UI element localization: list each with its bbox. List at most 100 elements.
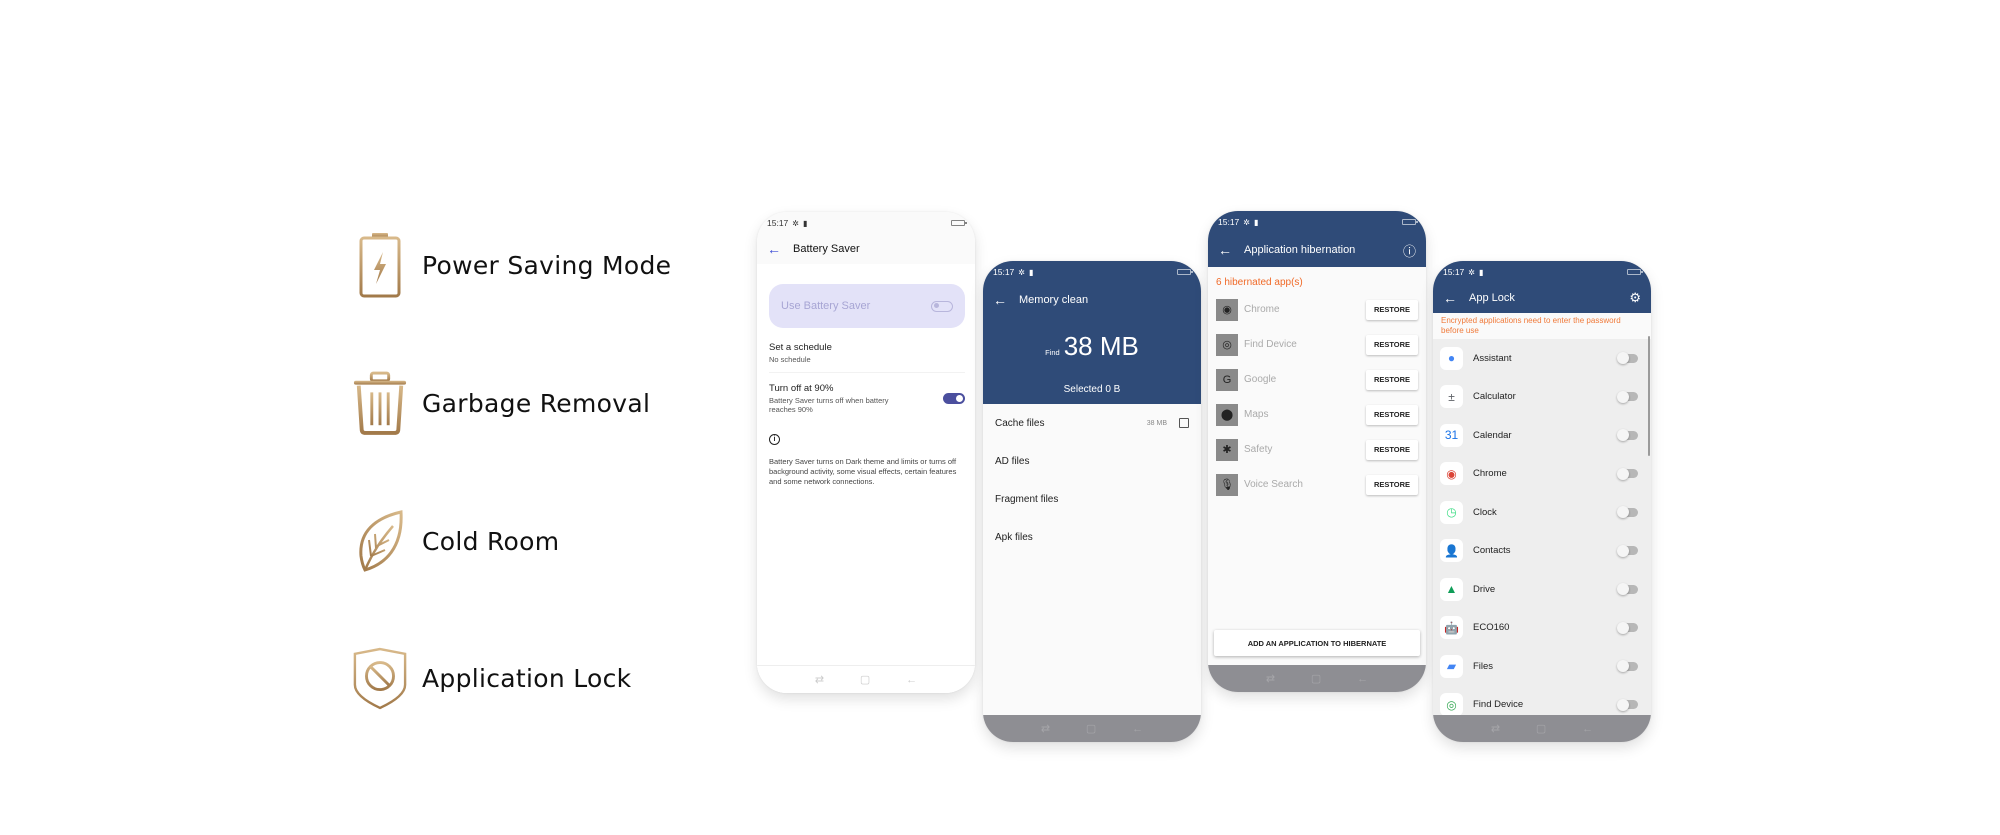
app-bar: ← App Lock ⚙	[1433, 283, 1651, 313]
app-name: Drive	[1473, 583, 1496, 595]
back-nav-icon[interactable]: ←	[1582, 723, 1593, 735]
category-label: Fragment files	[995, 493, 1059, 505]
app-icon: 👤	[1440, 539, 1463, 563]
scrollbar[interactable]	[1648, 336, 1650, 456]
status-time: 15:17	[767, 218, 789, 228]
turn-off-switch[interactable]	[943, 393, 965, 404]
recents-icon[interactable]: ⇄	[1491, 722, 1500, 735]
info-icon[interactable]: ⓘ	[1403, 241, 1416, 260]
recents-icon[interactable]: ⇄	[1266, 672, 1275, 685]
use-battery-saver-label: Use Battery Saver	[781, 300, 871, 312]
set-schedule-row[interactable]: Set a schedule No schedule	[769, 328, 965, 373]
app-lock-row[interactable]: 👤 Contacts	[1433, 532, 1651, 571]
category-label: AD files	[995, 455, 1030, 467]
lock-switch[interactable]	[1617, 544, 1638, 557]
page-title: Application hibernation	[1244, 244, 1356, 256]
turn-off-title: Turn off at 90%	[769, 383, 834, 394]
lock-switch[interactable]	[1617, 698, 1638, 711]
feature-application-lock: Application Lock	[352, 643, 631, 713]
lock-switch[interactable]	[1617, 390, 1638, 403]
app-lock-row[interactable]: ▰ Files	[1433, 647, 1651, 686]
back-nav-icon[interactable]: ←	[1132, 723, 1143, 735]
status-time: 15:17	[1443, 267, 1465, 277]
nav-bar: ⇄ ▢ ←	[1433, 715, 1651, 742]
lock-switch[interactable]	[1617, 352, 1638, 365]
restore-button[interactable]: RESTORE	[1366, 439, 1418, 460]
app-icon: 31	[1440, 423, 1463, 447]
recents-icon[interactable]: ⇄	[815, 673, 824, 686]
status-time: 15:17	[993, 267, 1015, 277]
settings-status-icon: ✲	[1468, 267, 1475, 277]
home-icon[interactable]: ▢	[860, 673, 870, 686]
status-bar: 15:17 ✲ ▮	[1208, 211, 1426, 233]
lock-switch[interactable]	[1617, 621, 1638, 634]
hibernated-count: 6 hibernated app(s)	[1216, 277, 1303, 288]
restore-button[interactable]: RESTORE	[1366, 369, 1418, 390]
file-category-item[interactable]: Fragment files	[983, 480, 1201, 518]
back-nav-icon[interactable]: ←	[906, 674, 917, 686]
nav-bar: ⇄ ▢ ←	[983, 715, 1201, 742]
restore-button[interactable]: RESTORE	[1366, 404, 1418, 425]
home-icon[interactable]: ▢	[1086, 722, 1096, 735]
file-category-item[interactable]: Apk files	[983, 518, 1201, 556]
restore-button[interactable]: RESTORE	[1366, 334, 1418, 355]
settings-status-icon: ✲	[792, 218, 799, 228]
phone-battery-saver: 15:17 ✲ ▮ ← Battery Saver Use Battery Sa…	[757, 212, 975, 693]
info-icon: i	[769, 434, 780, 445]
selected-size: Selected 0 B	[1063, 384, 1121, 395]
app-icon: 🎙	[1216, 473, 1238, 496]
app-name: Assistant	[1473, 352, 1512, 364]
app-lock-row[interactable]: 🤖 ECO160	[1433, 609, 1651, 648]
app-name: Find Device	[1244, 339, 1297, 350]
app-icon: ◷	[1440, 500, 1463, 524]
file-category-item[interactable]: Cache files 38 MB	[983, 404, 1201, 442]
app-name: Contacts	[1473, 545, 1511, 557]
nav-bar: ⇄ ▢ ←	[757, 665, 975, 693]
nav-bar: ⇄ ▢ ←	[1208, 665, 1426, 692]
hibernated-app-row: G Google RESTORE	[1208, 362, 1426, 397]
app-icon: ◉	[1440, 462, 1463, 486]
app-icon: ◎	[1440, 693, 1463, 717]
gear-icon[interactable]: ⚙	[1629, 290, 1641, 306]
back-nav-icon[interactable]: ←	[1357, 673, 1368, 685]
turn-off-at-90-row[interactable]: Turn off at 90% Battery Saver turns off …	[769, 373, 965, 422]
hibernated-app-row: 🎙 Voice Search RESTORE	[1208, 467, 1426, 502]
use-battery-saver-toggle-row[interactable]: Use Battery Saver	[769, 284, 965, 328]
app-lock-row[interactable]: ● Assistant	[1433, 339, 1651, 378]
lock-switch[interactable]	[1617, 660, 1638, 673]
app-lock-header: 15:17 ✲ ▮ ← App Lock ⚙	[1433, 261, 1651, 313]
app-lock-row[interactable]: ± Calculator	[1433, 378, 1651, 417]
lock-switch[interactable]	[1617, 506, 1638, 519]
back-arrow-icon[interactable]: ←	[993, 292, 1007, 308]
app-icon: ✱	[1216, 438, 1238, 461]
hibernated-app-row: ◎ Find Device RESTORE	[1208, 327, 1426, 362]
lock-switch[interactable]	[1617, 583, 1638, 596]
app-lock-row[interactable]: ◷ Clock	[1433, 493, 1651, 532]
lock-switch[interactable]	[1617, 467, 1638, 480]
sim-status-icon: ▮	[802, 218, 808, 228]
restore-button[interactable]: RESTORE	[1366, 474, 1418, 495]
app-lock-row[interactable]: ▲ Drive	[1433, 570, 1651, 609]
back-arrow-icon[interactable]: ←	[767, 241, 781, 257]
phone-app-lock: 15:17 ✲ ▮ ← App Lock ⚙ Encrypted applica…	[1433, 261, 1651, 742]
feature-cold-room: Cold Room	[352, 506, 559, 576]
category-label: Apk files	[995, 531, 1033, 543]
back-arrow-icon[interactable]: ←	[1443, 290, 1457, 306]
app-name: Chrome	[1244, 304, 1280, 315]
restore-button[interactable]: RESTORE	[1366, 299, 1418, 320]
app-lock-row[interactable]: ◉ Chrome	[1433, 455, 1651, 494]
app-lock-row[interactable]: 31 Calendar	[1433, 416, 1651, 455]
category-checkbox[interactable]	[1179, 418, 1189, 428]
app-bar: ← Battery Saver	[757, 234, 975, 264]
use-battery-saver-switch[interactable]	[931, 300, 953, 312]
home-icon[interactable]: ▢	[1311, 672, 1321, 685]
file-category-item[interactable]: AD files	[983, 442, 1201, 480]
recents-icon[interactable]: ⇄	[1041, 722, 1050, 735]
back-arrow-icon[interactable]: ←	[1218, 242, 1232, 258]
app-name: Find Device	[1473, 699, 1524, 711]
add-hibernate-button[interactable]: ADD AN APPLICATION TO HIBERNATE	[1214, 630, 1420, 656]
app-bar: ← Application hibernation ⓘ	[1208, 233, 1426, 267]
home-icon[interactable]: ▢	[1536, 722, 1546, 735]
lock-switch[interactable]	[1617, 429, 1638, 442]
feature-label: Cold Room	[422, 526, 560, 556]
